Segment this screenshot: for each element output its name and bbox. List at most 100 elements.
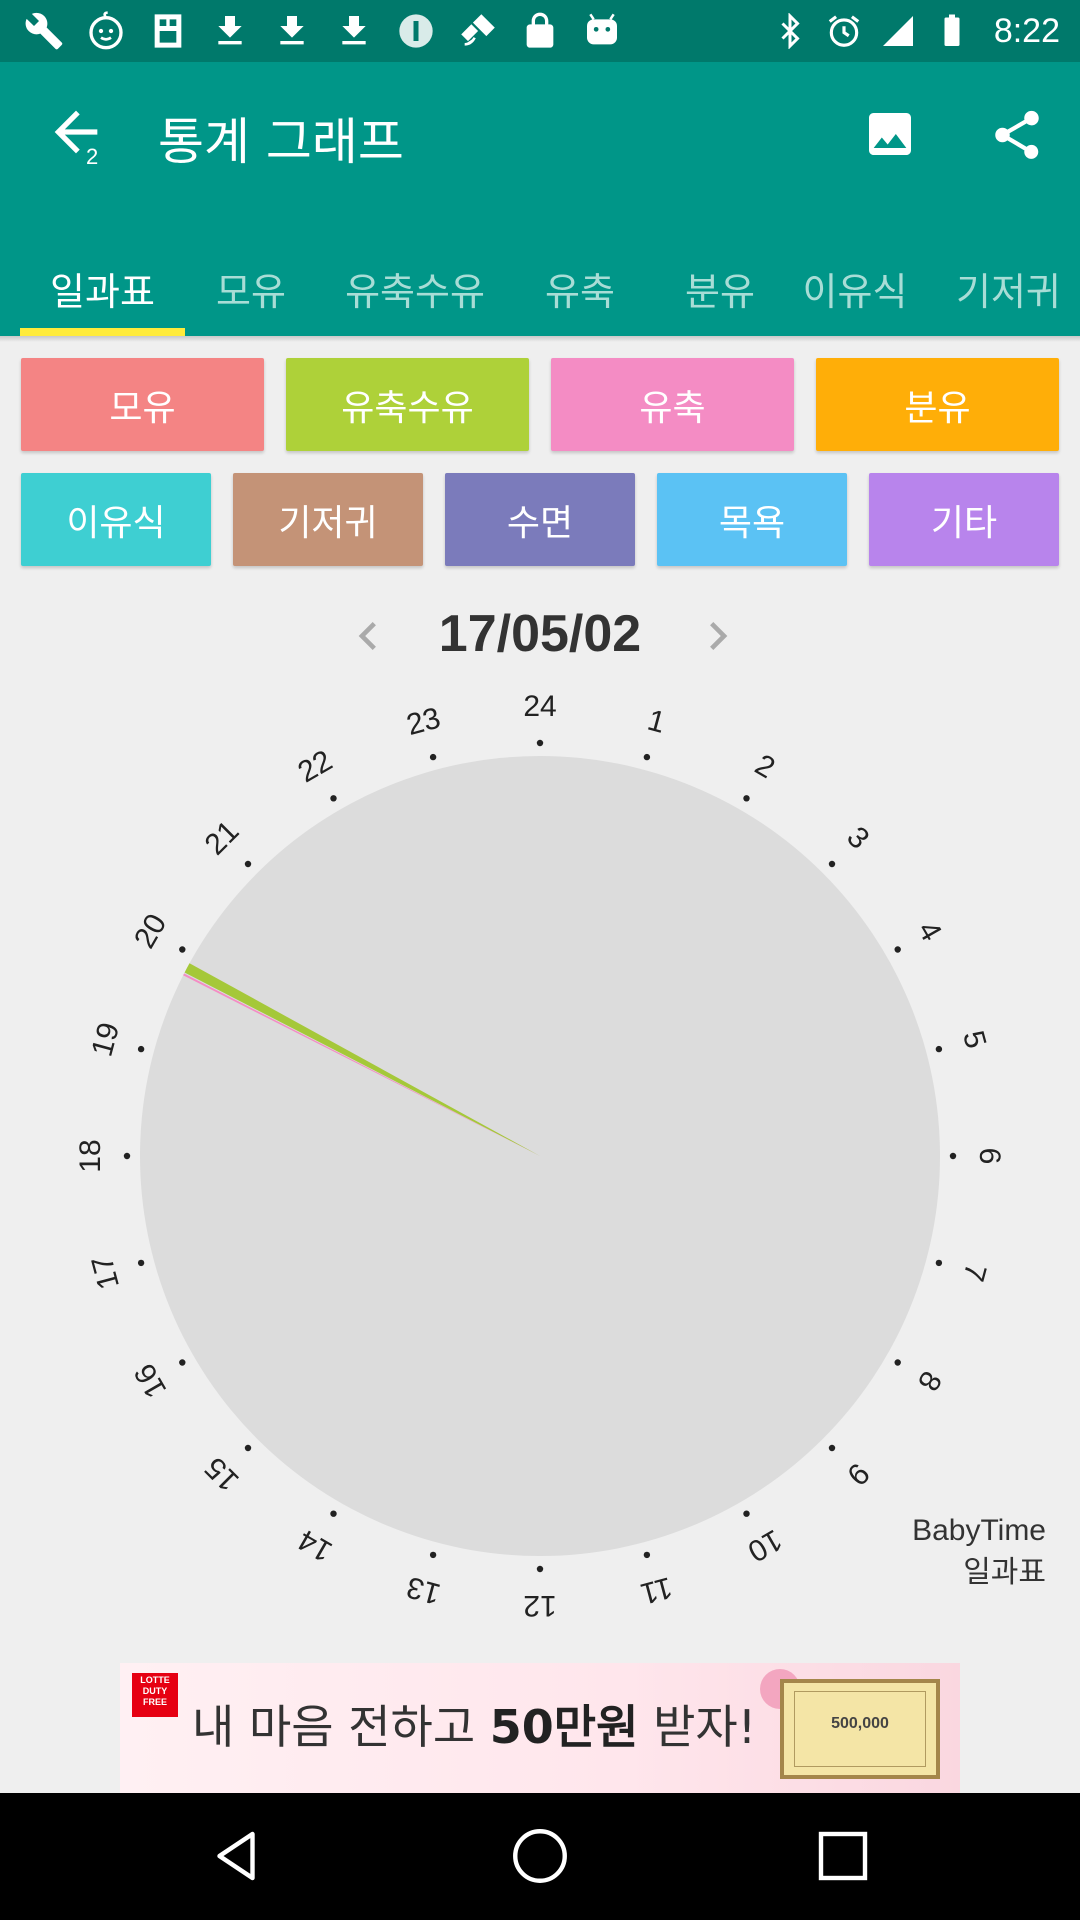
battery-icon [932, 11, 972, 51]
image-button[interactable] [862, 106, 918, 162]
hour-tick [429, 1551, 437, 1559]
baby-face-icon [84, 9, 128, 53]
hour-label: 20 [128, 909, 173, 954]
hour-label: 6 [973, 1148, 1006, 1165]
category-formula-button[interactable]: 분유 [816, 358, 1059, 451]
page-title: 통계 그래프 [158, 113, 404, 171]
hour-tick [123, 1152, 131, 1160]
hour-label: 8 [911, 1365, 948, 1396]
download-icon [332, 9, 376, 53]
tab-indicator [20, 328, 185, 336]
hour-tick [244, 1444, 252, 1452]
ad-headline: 내 마음 전하고 50만원 받자! [192, 1700, 757, 1754]
tab-breastfeeding[interactable]: 모유 [196, 240, 306, 336]
ad-brand-logo: LOTTE DUTY FREE [132, 1673, 178, 1717]
hour-label: 24 [523, 690, 556, 723]
hour-label: 18 [74, 1139, 107, 1172]
nav-recents-button[interactable] [810, 1823, 876, 1889]
category-breastfeeding-button[interactable]: 모유 [21, 358, 264, 451]
hour-tick [935, 1259, 943, 1267]
signal-icon [878, 11, 918, 51]
wrench-icon [22, 9, 66, 53]
navigation-bar [0, 1793, 1080, 1920]
tab-diaper[interactable]: 기저귀 [956, 240, 1080, 336]
tab-bar: 일과표 모유 유축수유 유축 분유 이유식 기저귀 [0, 240, 1080, 336]
category-baby-food-button[interactable]: 이유식 [21, 473, 211, 566]
hour-tick [536, 1565, 544, 1573]
hour-label: 7 [956, 1260, 992, 1285]
hour-tick [137, 1259, 145, 1267]
hour-label: 17 [86, 1252, 127, 1293]
previous-date-button[interactable] [340, 608, 396, 664]
hour-tick [743, 1510, 750, 1517]
hour-label: 23 [403, 702, 444, 743]
hour-tick [429, 753, 437, 761]
ad-banner[interactable]: LOTTE DUTY FREE 내 마음 전하고 50만원 받자! 500,000 [120, 1663, 960, 1793]
hour-tick [137, 1045, 145, 1053]
android-icon [580, 9, 624, 53]
nav-back-button[interactable] [203, 1823, 269, 1889]
image-icon [869, 113, 911, 155]
chevron-right-icon [710, 622, 728, 650]
category-other-button[interactable]: 기타 [869, 473, 1059, 566]
hour-tick [743, 795, 750, 802]
app-bar: 2 통계 그래프 일과표 모유 유축수유 유축 분유 이유식 기저귀 [0, 62, 1080, 336]
chevron-left-icon [358, 622, 376, 650]
category-diaper-button[interactable]: 기저귀 [233, 473, 423, 566]
info-circle-icon [394, 9, 438, 53]
arrow-back-icon [54, 110, 98, 154]
hour-tick [828, 1444, 836, 1452]
hour-tick [894, 1359, 901, 1366]
back-button[interactable] [44, 100, 108, 164]
tab-pumping[interactable]: 유축 [520, 240, 640, 336]
hour-label: 4 [911, 916, 948, 947]
share-icon [995, 110, 1039, 159]
share-button[interactable] [988, 106, 1046, 164]
category-sleep-button[interactable]: 수면 [445, 473, 635, 566]
hour-label: 19 [86, 1019, 127, 1060]
hour-label: 14 [293, 1523, 338, 1568]
next-date-button[interactable] [690, 608, 746, 664]
download-icon [208, 9, 252, 53]
tab-pumped-feeding[interactable]: 유축수유 [330, 240, 500, 336]
bluetooth-icon [770, 11, 810, 51]
ad-coupon-value: 500,000 [831, 1715, 889, 1732]
watermark-app-name: BabyTime [912, 1514, 1046, 1547]
hour-tick [643, 1551, 651, 1559]
fake-gps-icon [456, 9, 500, 53]
daily-clock-chart: 24 1234567891011121314151617181920212223 [74, 690, 1006, 1622]
triangle-back-icon [217, 1831, 255, 1881]
circle-home-icon [513, 1829, 567, 1883]
hour-tick [330, 1510, 337, 1517]
flash-icon [146, 9, 190, 53]
hour-tick [894, 946, 901, 953]
lock-icon [518, 9, 562, 53]
nav-home-button[interactable] [507, 1823, 573, 1889]
hour-tick [828, 860, 836, 868]
hour-label: 3 [840, 821, 875, 856]
category-bath-button[interactable]: 목욕 [657, 473, 847, 566]
download-icon [270, 9, 314, 53]
hour-tick [244, 860, 252, 868]
category-pumping-button[interactable]: 유축 [551, 358, 794, 451]
hour-label: 1 [644, 704, 669, 740]
hour-label: 5 [956, 1027, 992, 1052]
tab-baby-food[interactable]: 이유식 [790, 240, 920, 336]
hour-label: 12 [523, 1589, 556, 1622]
hour-label: 10 [742, 1523, 787, 1568]
hour-label: 2 [749, 748, 780, 785]
hour-tick [179, 1359, 186, 1366]
tab-formula[interactable]: 분유 [660, 240, 780, 336]
tab-daily[interactable]: 일과표 [20, 240, 185, 336]
hour-tick [536, 739, 544, 747]
watermark-chart-name: 일과표 [963, 1556, 1046, 1589]
watermark: BabyTime 일과표 [912, 1510, 1046, 1594]
status-time: 8:22 [993, 11, 1060, 50]
hour-tick [643, 753, 651, 761]
category-pumped-feeding-button[interactable]: 유축수유 [286, 358, 529, 451]
hour-tick [179, 946, 186, 953]
hour-label: 13 [403, 1570, 444, 1611]
back-badge: 2 [86, 144, 99, 169]
status-left-icons [22, 8, 624, 54]
hour-tick [949, 1152, 957, 1160]
